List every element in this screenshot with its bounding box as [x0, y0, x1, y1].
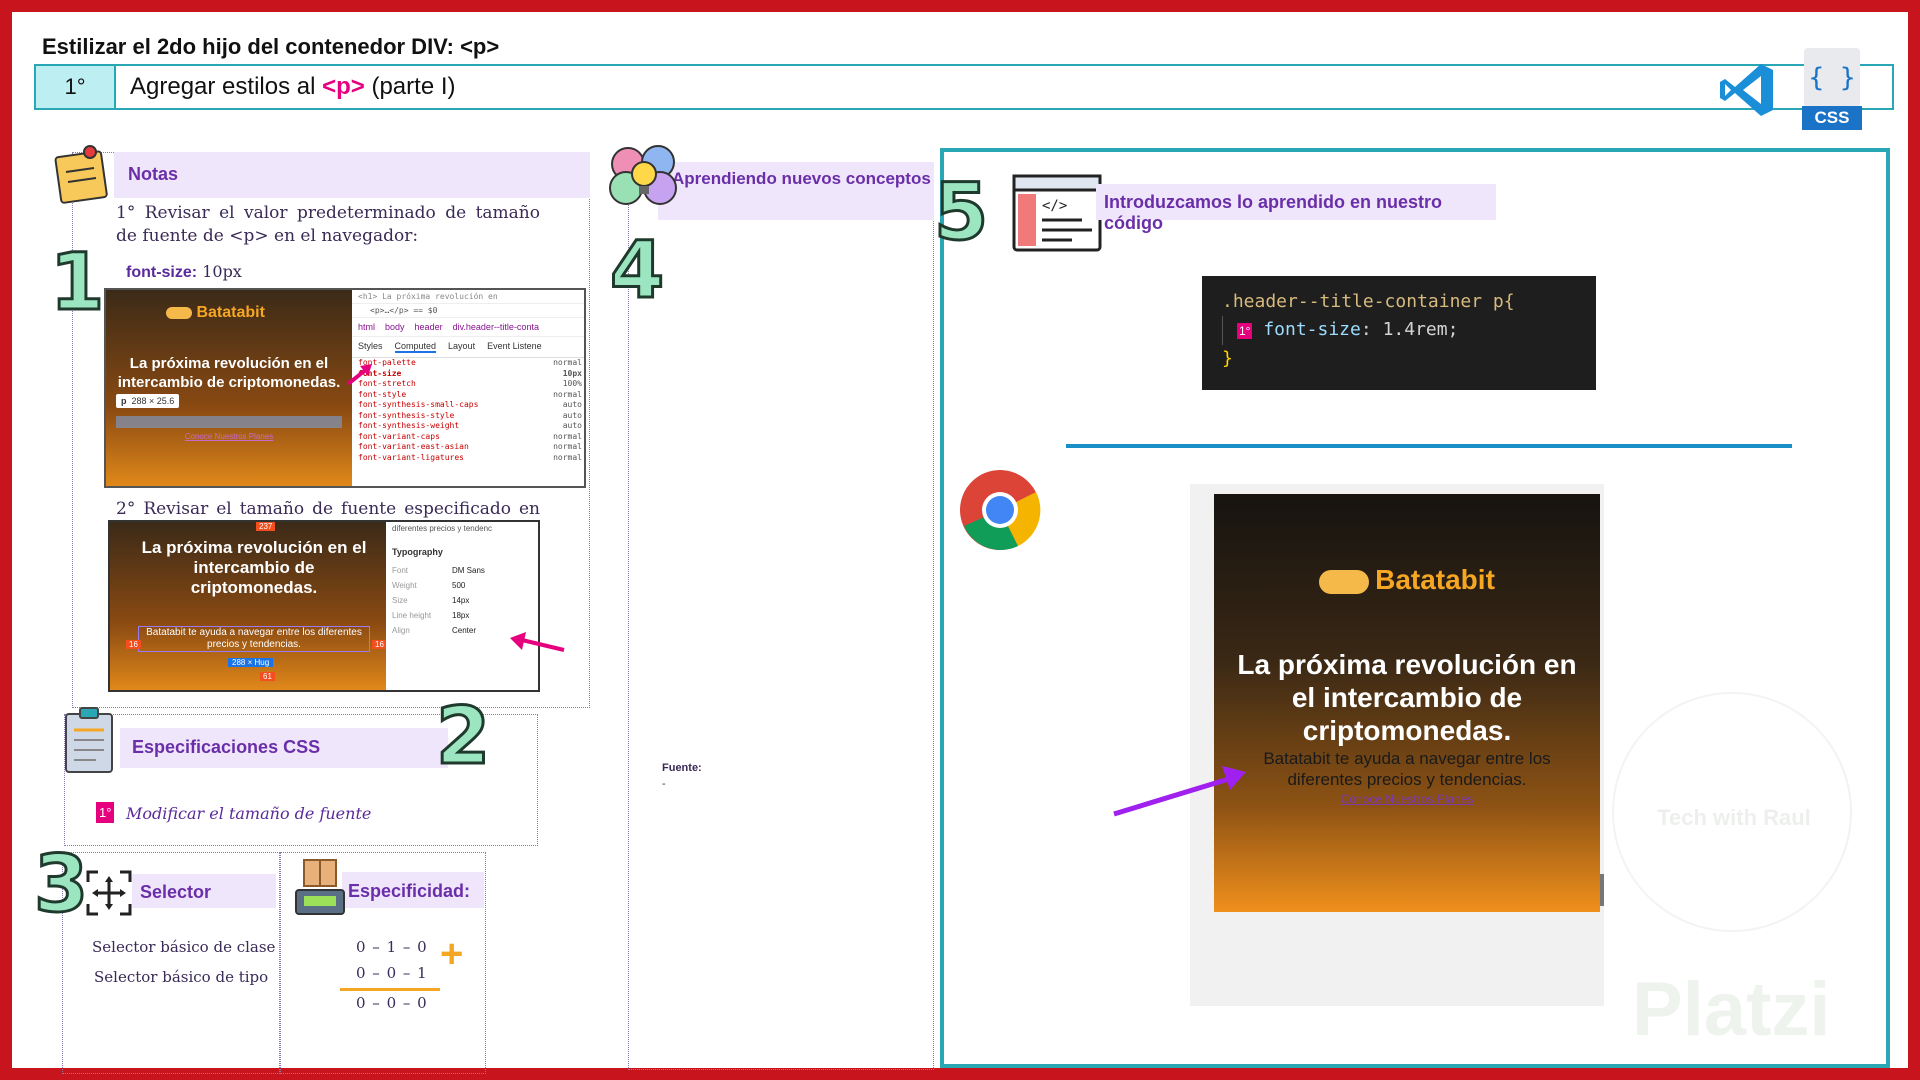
preview-logo-icon	[1319, 569, 1370, 594]
step-number: 1°	[36, 66, 116, 108]
code-value: 1.4rem;	[1382, 319, 1459, 340]
computed-prop-row: font-synthesis-style auto	[358, 410, 582, 420]
specs-title: Especificaciones CSS	[120, 728, 448, 768]
computed-prop-row: font-variant-ligatures normal	[358, 452, 582, 462]
step-number-4: 4	[608, 226, 665, 316]
code-panel-title: Introduzcamos lo aprendido en nuestro có…	[1096, 184, 1496, 233]
specificity-row-1: 0 – 1 – 0	[356, 938, 428, 956]
step-number-2: 2	[434, 692, 491, 782]
code-badge: 1°	[1237, 323, 1253, 339]
brain-lightbulb-icon	[609, 145, 677, 205]
specificity-title: Especificidad:	[342, 872, 484, 908]
css-code-block: .header--title-container p{ 1° font-size…	[1202, 276, 1596, 390]
figma-canvas: 237 La próxima revolución en el intercam…	[110, 522, 387, 690]
computed-prop-row: font-size 10px	[358, 368, 582, 378]
tab-layout[interactable]: Layout	[448, 341, 475, 353]
page-preview: Batatabit La próxima revolución en el in…	[106, 290, 352, 486]
figma-screenshot: 237 La próxima revolución en el intercam…	[108, 520, 540, 692]
platzi-watermark: Platzi	[1632, 967, 1831, 1052]
pointer-arrow	[346, 364, 372, 386]
computed-prop-row: font-variant-caps normal	[358, 431, 582, 441]
tab-styles[interactable]: Styles	[358, 341, 383, 353]
purple-arrow	[1113, 766, 1246, 817]
preview-subtitle: Batatabit te ayuda a navegar entre los d…	[1263, 749, 1551, 789]
tab-computed[interactable]: Computed	[394, 341, 437, 353]
aprendiendo-title: Aprendiendo nuevos conceptos	[658, 162, 934, 220]
divider	[1066, 444, 1792, 448]
fuente-label: Fuente:	[662, 762, 702, 774]
p-tag: <p>	[322, 73, 365, 100]
computed-prop-row: font-variant-east-asian normal	[358, 442, 582, 451]
sum-line	[340, 988, 440, 991]
sticky-note-icon	[54, 145, 108, 204]
preview-link[interactable]: Conoce Nuestros Planes	[1214, 792, 1600, 806]
typography-rows: Font DM Sans Weight 500 Size 14px Line height 1…	[386, 563, 538, 638]
chrome-icon	[960, 470, 1041, 550]
preview-headline: La próxima revolución en el intercambio …	[117, 355, 341, 391]
computed-prop-row: font-palette normal	[358, 358, 582, 367]
code-close: }	[1222, 348, 1233, 369]
plus-icon: +	[440, 932, 464, 976]
specificity-total: 0 – 0 – 0	[356, 994, 428, 1012]
resize-handle[interactable]	[1600, 874, 1604, 906]
logo-icon	[166, 306, 192, 319]
batatabit-logo: Batatabit	[166, 304, 265, 322]
step-label: Agregar estilos al <p> (parte I)	[130, 73, 456, 100]
code-selector: .header--title-container p{	[1222, 291, 1515, 312]
inspect-tooltip: p 288 × 25.6	[116, 394, 180, 408]
svg-text:</>: </>	[1042, 198, 1067, 214]
pointer-arrow-2	[510, 632, 565, 652]
tech-with-raul-logo: Tech with Raul	[1612, 692, 1852, 932]
notes-item-1: 1° Revisar el valor predeterminado de ta…	[116, 203, 540, 246]
devtools-screenshot: Batatabit La próxima revolución en el in…	[104, 288, 586, 488]
computed-props: font-palette normal font-size 10px font-stre…	[352, 358, 584, 463]
page-title: Estilizar el 2do hijo del contenedor DIV…	[42, 34, 500, 59]
preview-headline: La próxima revolución en el intercambio …	[1237, 649, 1577, 746]
font-size-note: font-size: 10px	[126, 262, 242, 281]
browser-viewport: Batatabit La próxima revolución en el in…	[1214, 494, 1600, 912]
typography-row: Weight 500	[392, 581, 466, 590]
computed-prop-row: font-synthesis-weight auto	[358, 421, 582, 430]
spec-item: Modificar el tamaño de fuente	[126, 804, 372, 823]
selector-title: Selector	[132, 874, 276, 908]
selector-target-icon	[86, 870, 132, 916]
browser-preview: Batatabit La próxima revolución en el in…	[1190, 484, 1604, 1006]
inspect-highlight	[116, 416, 342, 428]
header-bar: 1° Agregar estilos al <p> (parte I)	[34, 64, 1894, 110]
aprendiendo-box	[628, 162, 934, 1070]
step-number-3: 3	[32, 840, 89, 930]
scale-icon	[295, 859, 345, 915]
code-window-icon: </>	[1012, 174, 1102, 252]
computed-prop-row: font-synthesis-small-caps auto	[358, 400, 582, 409]
computed-prop-row: font-style normal	[358, 389, 582, 399]
clipboard-icon	[65, 707, 113, 773]
css-file-icon: { } CSS	[1802, 48, 1862, 132]
vscode-icon	[1720, 64, 1773, 116]
code-prop: font-size	[1263, 319, 1361, 340]
computed-prop-row: font-stretch 100%	[358, 379, 582, 388]
step-number-1: 1	[48, 238, 105, 328]
typography-row: Line height 18px	[392, 611, 470, 620]
breadcrumb: html body header div.header--title-conta	[352, 318, 584, 337]
selector-item-class: Selector básico de clase	[92, 938, 276, 956]
spec-badge: 1°	[96, 802, 115, 823]
preview-logo: Batatabit	[1214, 564, 1600, 596]
devtools-panel: <h1> La próxima revolución en <p>…</p> =…	[352, 290, 584, 486]
typography-row: Size 14px	[392, 596, 470, 605]
figma-inspect-panel: diferentes precios y tendenc Typography …	[386, 522, 538, 690]
tab-event-listeners[interactable]: Event Listene	[487, 341, 542, 353]
preview-link: Conoce Nuestros Planes	[184, 432, 274, 441]
step-number-5: 5	[932, 168, 989, 258]
typography-row: Font DM Sans	[392, 566, 485, 575]
notes-title: Notas	[114, 152, 590, 198]
fuente-value: -	[662, 778, 666, 790]
slide: Estilizar el 2do hijo del contenedor DIV…	[12, 12, 1908, 1074]
devtools-tabs: Styles Computed Layout Event Listene	[352, 337, 584, 358]
specificity-row-2: 0 – 0 – 1	[356, 964, 428, 982]
selector-item-type: Selector básico de tipo	[94, 968, 269, 986]
